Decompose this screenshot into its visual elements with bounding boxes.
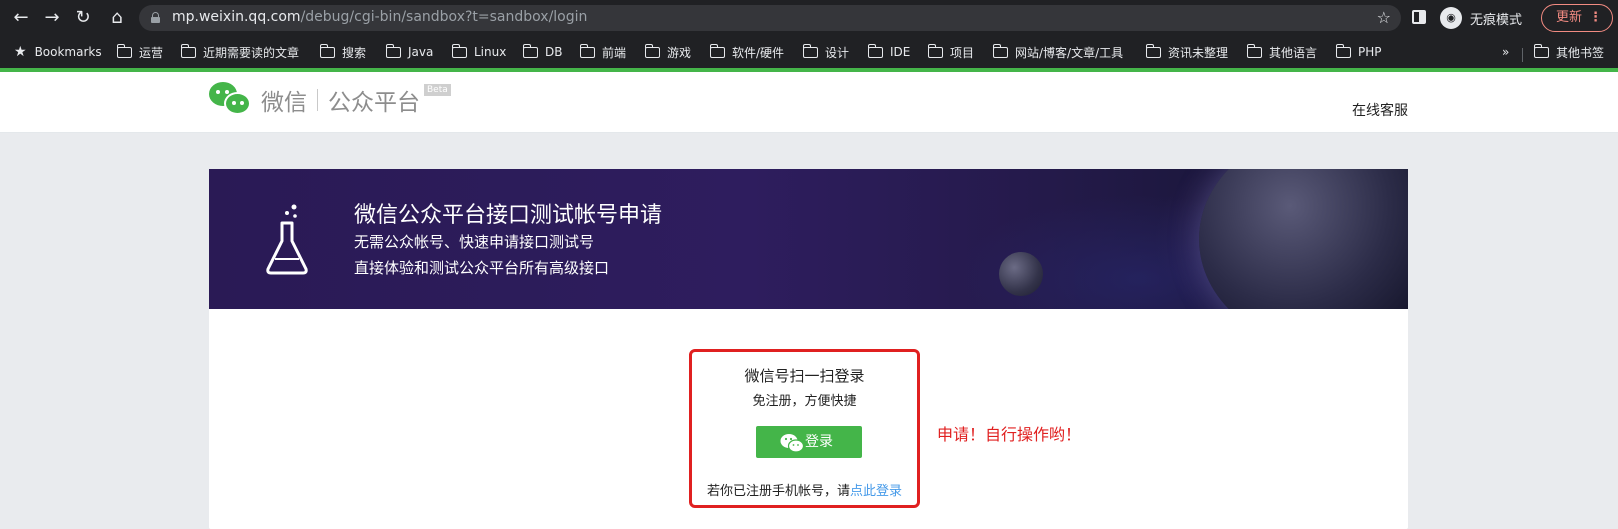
folder-icon	[451, 43, 467, 58]
banner-subtitle-2: 直接体验和测试公众平台所有高级接口	[354, 259, 610, 277]
folder-icon	[1533, 43, 1549, 58]
logo-divider	[317, 89, 318, 111]
online-support-link[interactable]: 在线客服	[1352, 100, 1408, 120]
bookmark-folder[interactable]: 资讯未整理	[1145, 43, 1228, 60]
bookmark-folder[interactable]: 游戏	[644, 43, 691, 60]
bookmark-folder[interactable]: DB	[522, 43, 562, 60]
incognito-icon: ◉	[1440, 7, 1462, 29]
bookmark-folder[interactable]: IDE	[867, 43, 910, 60]
banner-subtitle-1: 无需公众帐号、快速申请接口测试号	[354, 233, 595, 251]
folder-icon	[992, 43, 1008, 58]
more-menu-icon[interactable]: ⋮	[1589, 5, 1602, 31]
bookmark-folder[interactable]: 前端	[579, 43, 626, 60]
bookmarks-bar: ★ Bookmarks 运营 近期需要读的文章 搜索 Java Linux DB …	[0, 36, 1618, 68]
side-panel-icon[interactable]	[1412, 10, 1426, 24]
update-button[interactable]: 更新 ⋮	[1541, 4, 1613, 32]
bookmark-folder[interactable]: 其他语言	[1246, 43, 1317, 60]
address-bar[interactable]: mp.weixin.qq.com/debug/cgi-bin/sandbox?t…	[139, 5, 1401, 31]
bookmark-folder[interactable]: 运营	[116, 43, 163, 60]
login-button-label: 登录	[805, 434, 833, 450]
bookmark-folder[interactable]: 近期需要读的文章	[180, 43, 299, 60]
folder-icon	[319, 43, 335, 58]
site-header: 微信 公众平台 Beta 在线客服	[0, 72, 1618, 133]
folder-icon	[867, 43, 883, 58]
folder-icon	[579, 43, 595, 58]
reload-icon[interactable]: ↻	[70, 5, 96, 31]
bookmark-star-icon[interactable]: ☆	[1377, 8, 1391, 27]
star-icon: ★	[14, 44, 27, 60]
folder-icon	[116, 43, 132, 58]
main-card: 微信公众平台接口测试帐号申请 无需公众帐号、快速申请接口测试号 直接体验和测试公…	[209, 169, 1408, 529]
bookmark-separator	[1522, 48, 1523, 62]
login-box: 微信号扫一扫登录 免注册，方便快捷 登录 若你已注册手机帐号，请点此登录	[689, 349, 920, 508]
home-icon[interactable]: ⌂	[104, 5, 130, 31]
folder-icon	[522, 43, 538, 58]
browser-toolbar: ← → ↻ ⌂ mp.weixin.qq.com/debug/cgi-bin/s…	[0, 0, 1618, 36]
back-arrow-icon[interactable]: ←	[8, 5, 34, 31]
planet-decoration	[1199, 169, 1408, 309]
folder-icon	[1145, 43, 1161, 58]
bookmark-folder[interactable]: Linux	[451, 43, 506, 60]
folder-icon	[385, 43, 401, 58]
phone-login-text: 若你已注册手机帐号，请点此登录	[706, 484, 903, 499]
logo-wechat-text: 微信	[261, 90, 307, 116]
red-annotation: 申请！自行操作哟！	[937, 425, 1082, 444]
logo-platform-text: 公众平台	[328, 90, 420, 116]
folder-icon	[1246, 43, 1262, 58]
folder-icon	[644, 43, 660, 58]
wechat-logo-icon	[209, 82, 251, 118]
beta-badge: Beta	[424, 84, 451, 96]
login-button[interactable]: 登录	[756, 426, 862, 458]
bookmark-folder[interactable]: 搜索	[319, 43, 366, 60]
banner-title: 微信公众平台接口测试帐号申请	[354, 203, 663, 228]
bookmark-folder[interactable]: 软件/硬件	[709, 43, 784, 60]
bookmark-folder[interactable]: 设计	[802, 43, 849, 60]
planet-decoration	[999, 252, 1043, 296]
wechat-icon	[780, 434, 804, 453]
folder-icon	[709, 43, 725, 58]
incognito-label: 无痕模式	[1470, 12, 1523, 28]
url-text: mp.weixin.qq.com/debug/cgi-bin/sandbox?t…	[172, 9, 588, 25]
banner: 微信公众平台接口测试帐号申请 无需公众帐号、快速申请接口测试号 直接体验和测试公…	[209, 169, 1408, 309]
forward-arrow-icon[interactable]: →	[39, 5, 65, 31]
other-bookmarks-folder[interactable]: 其他书签	[1533, 43, 1604, 60]
folder-icon	[802, 43, 818, 58]
incognito-indicator[interactable]: ◉ 无痕模式	[1440, 6, 1522, 30]
bookmark-bookmarks[interactable]: ★ Bookmarks	[14, 44, 102, 60]
bookmark-folder[interactable]: Java	[385, 43, 433, 60]
bookmark-folder[interactable]: 项目	[927, 43, 974, 60]
bookmark-folder[interactable]: 网站/博客/文章/工具	[992, 43, 1123, 60]
bookmarks-overflow-button[interactable]: »	[1502, 44, 1509, 60]
folder-icon	[1335, 43, 1351, 58]
lock-icon	[151, 12, 160, 23]
phone-login-link[interactable]: 点此登录	[850, 484, 902, 499]
bookmark-folder[interactable]: PHP	[1335, 43, 1382, 60]
folder-icon	[927, 43, 943, 58]
login-title: 微信号扫一扫登录	[744, 367, 865, 385]
folder-icon	[180, 43, 196, 58]
flask-icon	[266, 204, 308, 275]
logo[interactable]: 微信 公众平台 Beta	[209, 82, 451, 118]
login-subtitle: 免注册，方便快捷	[752, 394, 857, 409]
